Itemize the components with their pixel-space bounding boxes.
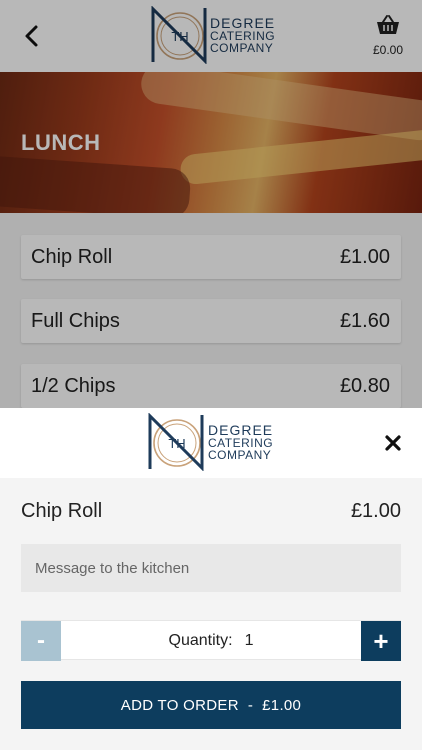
quantity-label: Quantity: bbox=[168, 632, 233, 649]
decrease-quantity-button[interactable]: - bbox=[21, 621, 61, 661]
quantity-stepper: - Quantity: 1 + bbox=[21, 620, 401, 661]
add-to-order-price: £1.00 bbox=[262, 696, 302, 714]
kitchen-message-input[interactable] bbox=[21, 544, 401, 592]
add-to-order-label: ADD TO ORDER bbox=[120, 696, 239, 714]
quantity-value: 1 bbox=[244, 632, 254, 649]
increase-quantity-button[interactable]: + bbox=[361, 621, 401, 661]
add-to-order-button[interactable]: ADD TO ORDER - £1.00 bbox=[21, 681, 401, 729]
quantity-display: Quantity: 1 bbox=[61, 621, 361, 661]
modal-backdrop[interactable] bbox=[0, 0, 422, 408]
logo-line-1: DEGREE bbox=[208, 422, 274, 438]
logo-text: DEGREE CATERING COMPANY bbox=[208, 423, 273, 461]
logo-line-3: COMPANY bbox=[208, 448, 272, 462]
selected-item-name: Chip Roll bbox=[21, 500, 103, 522]
selected-item-row: Chip Roll £1.00 bbox=[21, 500, 401, 523]
sheet-header: TH DEGREE CATERING COMPANY bbox=[0, 408, 422, 478]
add-to-order-separator: - bbox=[247, 696, 254, 714]
company-logo: TH DEGREE CATERING COMPANY bbox=[146, 413, 273, 471]
logo-mark: TH bbox=[148, 413, 204, 471]
logo-mark-text: TH bbox=[168, 436, 185, 451]
selected-item-price: £1.00 bbox=[350, 500, 401, 522]
add-item-sheet: TH DEGREE CATERING COMPANY Chip Roll £1.… bbox=[0, 408, 422, 750]
close-icon[interactable] bbox=[384, 434, 402, 452]
